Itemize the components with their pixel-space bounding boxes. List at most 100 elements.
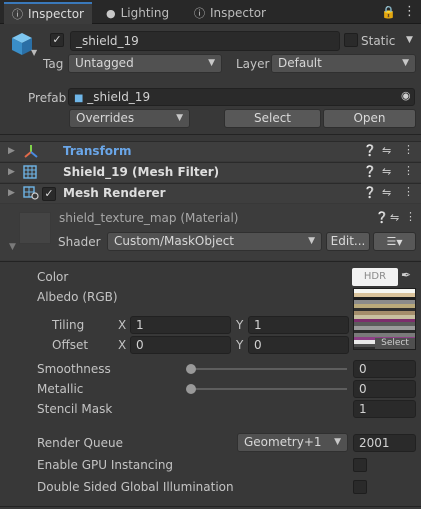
- chevron-down-icon: ▼: [396, 238, 403, 247]
- tiling-y-field[interactable]: 1: [248, 316, 349, 334]
- shader-value: Custom/MaskObject: [114, 234, 235, 248]
- shader-label: Shader: [58, 235, 101, 249]
- tag-label: Tag: [43, 57, 64, 71]
- mesh-renderer-icon: [23, 186, 39, 203]
- help-icon[interactable]: ❔: [363, 144, 377, 157]
- render-queue-dropdown[interactable]: Geometry+1 ▼: [237, 433, 348, 452]
- tab-inspector-second[interactable]: ⓘ Inspector: [186, 2, 274, 24]
- help-icon[interactable]: ❔: [363, 186, 377, 199]
- context-menu-icon[interactable]: ⋮: [403, 143, 414, 156]
- more-options-icon[interactable]: ⋮: [403, 4, 416, 19]
- prefab-open-button[interactable]: Open: [323, 109, 416, 128]
- chevron-down-icon: ▼: [402, 58, 409, 68]
- foldout-arrow-icon[interactable]: ▶: [8, 188, 15, 198]
- static-label: Static: [361, 34, 396, 48]
- prefab-select-button[interactable]: Select: [224, 109, 321, 128]
- component-title: Mesh Renderer: [63, 186, 166, 200]
- lock-icon[interactable]: 🔒: [381, 5, 396, 19]
- tag-dropdown[interactable]: Untagged ▼: [68, 54, 222, 73]
- static-dropdown-caret-icon[interactable]: ▼: [406, 35, 413, 45]
- tiling-y-label: Y: [236, 318, 244, 332]
- shader-dropdown[interactable]: Custom/MaskObject ▼: [107, 232, 322, 251]
- shader-options-button[interactable]: ☰▼: [373, 232, 416, 251]
- tab-label: Inspector: [210, 6, 266, 20]
- smoothness-slider-track[interactable]: [190, 368, 347, 370]
- smoothness-value-field[interactable]: 0: [353, 360, 416, 378]
- context-menu-icon[interactable]: ⋮: [405, 210, 416, 223]
- icon-dropdown-caret-icon[interactable]: ▼: [31, 48, 37, 57]
- prefab-asset-icon: ■: [74, 93, 84, 104]
- presets-icon[interactable]: ⇋: [382, 144, 391, 157]
- info-icon: ⓘ: [12, 8, 23, 21]
- metallic-value-field[interactable]: 0: [353, 380, 416, 398]
- material-foldout-icon[interactable]: ▼: [9, 242, 16, 252]
- metallic-label: Metallic: [37, 382, 84, 396]
- smoothness-slider-knob[interactable]: [186, 364, 196, 374]
- offset-label: Offset: [52, 338, 89, 352]
- presets-icon[interactable]: ⇋: [382, 186, 391, 199]
- component-transform[interactable]: ▶ Transform ❔ ⇋ ⋮: [0, 141, 421, 161]
- lightbulb-icon: ●: [106, 6, 116, 20]
- offset-y-field[interactable]: 0: [248, 336, 349, 354]
- tiling-x-field[interactable]: 1: [130, 316, 231, 334]
- gpu-instancing-checkbox[interactable]: [353, 458, 367, 472]
- divider: [0, 261, 421, 262]
- presets-icon[interactable]: ⇋: [382, 165, 391, 178]
- chevron-down-icon: ▼: [208, 58, 215, 68]
- component-mesh-filter[interactable]: ▶ Shield_19 (Mesh Filter) ❔ ⇋ ⋮: [0, 162, 421, 182]
- context-menu-icon[interactable]: ⋮: [403, 164, 414, 177]
- tiling-label: Tiling: [52, 318, 85, 332]
- albedo-texture-slot[interactable]: Select: [353, 288, 416, 350]
- color-label: Color: [37, 270, 69, 284]
- help-icon[interactable]: ❔: [375, 211, 389, 224]
- tab-bar: ⓘ Inspector ● Lighting ⓘ Inspector 🔒 ⋮: [0, 0, 421, 24]
- prefab-field[interactable]: ■ _shield_19: [68, 88, 415, 106]
- chevron-down-icon: ▼: [308, 236, 315, 246]
- list-icon: ☰: [386, 235, 397, 248]
- component-title: Shield_19 (Mesh Filter): [63, 165, 220, 179]
- mesh-grid-icon: [23, 165, 37, 182]
- overrides-label: Overrides: [76, 111, 135, 125]
- eyedropper-icon[interactable]: ✒: [401, 268, 411, 282]
- render-queue-value-field[interactable]: 2001: [353, 434, 416, 452]
- object-picker-icon[interactable]: ◉: [401, 89, 411, 102]
- prefab-label: Prefab: [28, 91, 67, 105]
- object-name-field[interactable]: _shield_19: [70, 31, 340, 51]
- active-checkbox[interactable]: ✓: [50, 33, 64, 47]
- metallic-slider-track[interactable]: [190, 388, 347, 390]
- mesh-renderer-enabled-checkbox[interactable]: ✓: [42, 187, 56, 201]
- color-swatch[interactable]: HDR: [352, 268, 398, 286]
- offset-x-field[interactable]: 0: [130, 336, 231, 354]
- tab-inspector-active[interactable]: ⓘ Inspector: [4, 2, 92, 24]
- divider: [0, 506, 421, 507]
- material-name: shield_texture_map (Material): [59, 211, 239, 225]
- offset-y-label: Y: [236, 338, 244, 352]
- context-menu-icon[interactable]: ⋮: [403, 185, 414, 198]
- texture-select-button[interactable]: Select: [375, 338, 415, 349]
- render-queue-mode: Geometry+1: [244, 435, 322, 449]
- static-checkbox[interactable]: [344, 33, 358, 47]
- foldout-arrow-icon[interactable]: ▶: [8, 167, 15, 177]
- render-queue-label: Render Queue: [37, 436, 123, 450]
- gpu-instancing-label: Enable GPU Instancing: [37, 458, 174, 472]
- stencil-mask-label: Stencil Mask: [37, 402, 113, 416]
- foldout-arrow-icon[interactable]: ▶: [8, 146, 15, 156]
- material-preview-thumbnail[interactable]: [19, 212, 51, 244]
- prefab-value: _shield_19: [87, 90, 151, 104]
- tab-lighting[interactable]: ● Lighting: [98, 2, 177, 24]
- double-sided-gi-checkbox[interactable]: [353, 480, 367, 494]
- layer-dropdown[interactable]: Default ▼: [271, 54, 416, 73]
- component-mesh-renderer[interactable]: ▶ ✓ Mesh Renderer ❔ ⇋ ⋮: [0, 183, 421, 203]
- shader-edit-button[interactable]: Edit...: [326, 232, 370, 251]
- help-icon[interactable]: ❔: [363, 165, 377, 178]
- chevron-down-icon: ▼: [176, 113, 183, 123]
- tab-label: Lighting: [120, 6, 170, 20]
- smoothness-label: Smoothness: [37, 362, 111, 376]
- metallic-slider-knob[interactable]: [186, 384, 196, 394]
- tag-value: Untagged: [75, 56, 134, 70]
- overrides-dropdown[interactable]: Overrides ▼: [69, 109, 190, 128]
- layer-value: Default: [278, 56, 322, 70]
- presets-icon[interactable]: ⇋: [390, 211, 399, 224]
- info-icon: ⓘ: [194, 7, 205, 20]
- stencil-mask-field[interactable]: 1: [353, 400, 416, 418]
